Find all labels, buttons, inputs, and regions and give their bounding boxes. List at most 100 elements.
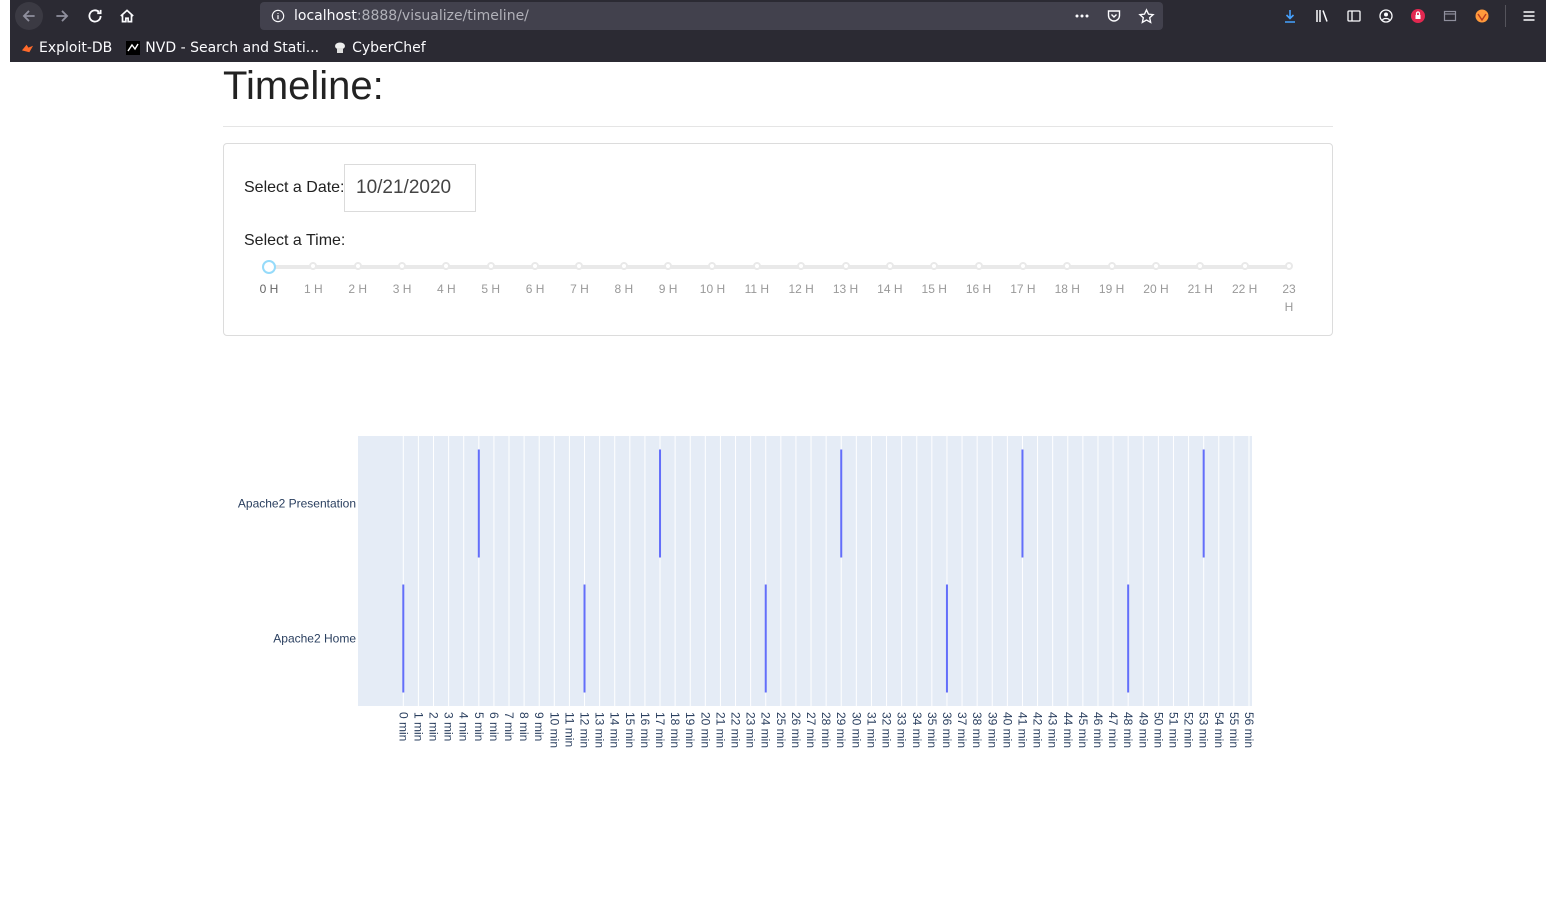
downloads-icon[interactable] (1281, 6, 1299, 26)
slider-mark-label[interactable]: 8 H (604, 280, 644, 298)
back-button[interactable] (15, 2, 43, 30)
x-tick-label: 13 min (593, 712, 607, 748)
x-tick-label: 5 min (472, 712, 486, 741)
home-button[interactable] (113, 3, 141, 29)
x-tick-label: 17 min (653, 712, 667, 748)
slider-mark-label[interactable]: 23 H (1277, 280, 1301, 316)
back-arrow-icon (22, 10, 35, 22)
extension-lock-icon[interactable] (1409, 6, 1427, 26)
page-title: Timeline: (223, 64, 384, 108)
x-tick-label: 26 min (789, 712, 803, 748)
slider-mark-label[interactable]: 12 H (781, 280, 821, 298)
date-label: Select a Date: (244, 179, 345, 196)
x-tick-label: 27 min (804, 712, 818, 748)
x-tick-label: 16 min (638, 712, 652, 748)
title-divider (223, 126, 1333, 127)
bookmarks-bar: Exploit-DB NVD - Search and Stati... Cyber… (20, 36, 426, 60)
menu-icon[interactable] (1520, 6, 1538, 26)
slider-handle[interactable] (262, 260, 276, 274)
slider-dot[interactable] (398, 262, 407, 270)
x-tick-label: 37 min (955, 712, 969, 748)
exploit-db-icon (20, 41, 34, 55)
x-tick-label: 30 min (849, 712, 863, 748)
forward-arrow-icon (56, 10, 69, 22)
account-icon[interactable] (1377, 6, 1395, 26)
slider-dot[interactable] (974, 262, 983, 270)
forward-button[interactable] (48, 3, 76, 29)
pocket-icon[interactable] (1105, 7, 1123, 25)
x-tick-label: 46 min (1091, 712, 1105, 748)
container-icon[interactable] (1441, 6, 1459, 26)
bookmark-star-icon[interactable] (1137, 7, 1155, 25)
x-tick-label: 8 min (517, 712, 531, 741)
slider-mark-label[interactable]: 7 H (559, 280, 599, 298)
slider-dot[interactable] (1107, 262, 1116, 270)
slider-mark-label[interactable]: 3 H (382, 280, 422, 298)
slider-mark-label[interactable]: 4 H (426, 280, 466, 298)
date-input[interactable] (344, 164, 476, 212)
slider-mark-label[interactable]: 10 H (692, 280, 732, 298)
slider-mark-label[interactable]: 13 H (826, 280, 866, 298)
url-text[interactable]: localhost:8888/visualize/timeline/ (294, 8, 529, 24)
slider-mark-label[interactable]: 2 H (338, 280, 378, 298)
x-tick-label: 1 min (411, 712, 425, 741)
slider-dot[interactable] (752, 262, 761, 270)
bookmark-nvd[interactable]: NVD - Search and Stati... (126, 40, 319, 56)
slider-mark-label[interactable]: 5 H (471, 280, 511, 298)
slider-mark-label[interactable]: 0 H (249, 280, 289, 298)
bookmark-label: NVD - Search and Stati... (145, 40, 320, 56)
slider-dot[interactable] (885, 262, 894, 270)
slider-dot[interactable] (353, 262, 362, 270)
x-tick-label: 20 min (698, 712, 712, 748)
x-tick-label: 23 min (744, 712, 758, 748)
x-tick-label: 9 min (532, 712, 546, 741)
slider-mark-label[interactable]: 14 H (870, 280, 910, 298)
slider-mark-label[interactable]: 22 H (1225, 280, 1265, 298)
x-tick-label: 25 min (774, 712, 788, 748)
slider-dot[interactable] (486, 262, 495, 270)
slider-mark-label[interactable]: 11 H (737, 280, 777, 298)
y-tick-label: Apache2 Home (273, 632, 356, 646)
cyberchef-icon (333, 41, 347, 55)
slider-mark-label[interactable]: 19 H (1092, 280, 1132, 298)
slider-dot[interactable] (1285, 262, 1293, 270)
slider-mark-label[interactable]: 16 H (959, 280, 999, 298)
bookmark-cyberchef[interactable]: CyberChef (333, 40, 426, 56)
library-icon[interactable] (1313, 6, 1331, 26)
slider-mark-label[interactable]: 15 H (914, 280, 954, 298)
slider-mark-label[interactable]: 21 H (1180, 280, 1220, 298)
x-tick-label: 19 min (683, 712, 697, 748)
slider-mark-label[interactable]: 9 H (648, 280, 688, 298)
slider-mark-label[interactable]: 6 H (515, 280, 555, 298)
sidebar-icon[interactable] (1345, 6, 1363, 26)
slider-mark-label[interactable]: 20 H (1136, 280, 1176, 298)
slider-dot[interactable] (1240, 262, 1249, 270)
x-tick-label: 53 min (1197, 712, 1211, 748)
time-slider[interactable]: 0 H1 H2 H3 H4 H5 H6 H7 H8 H9 H 10 H 11 H 12… (260, 260, 1296, 314)
bookmark-label: CyberChef (352, 40, 426, 56)
x-tick-label: 36 min (940, 712, 954, 748)
bookmark-label: Exploit-DB (39, 40, 113, 56)
bookmark-exploit-db[interactable]: Exploit-DB (20, 40, 112, 56)
extension-fox-icon[interactable] (1473, 6, 1491, 26)
slider-dot[interactable] (619, 262, 628, 270)
x-tick-label: 29 min (834, 712, 848, 748)
url-bar[interactable]: localhost:8888/visualize/timeline/ (260, 2, 1163, 30)
x-tick-label: 55 min (1227, 712, 1241, 748)
slider-mark-label[interactable]: 1 H (293, 280, 333, 298)
slider-dot[interactable] (1151, 262, 1160, 270)
slider-rail[interactable] (269, 265, 1289, 269)
slider-dot[interactable] (841, 262, 850, 270)
site-info-icon[interactable] (268, 9, 288, 23)
x-tick-label: 18 min (668, 712, 682, 748)
slider-dot[interactable] (1018, 262, 1027, 270)
x-tick-label: 4 min (457, 712, 471, 741)
x-tick-label: 21 min (713, 712, 727, 748)
y-tick-label: Apache2 Presentation (238, 497, 356, 511)
slider-mark-label[interactable]: 18 H (1047, 280, 1087, 298)
slider-mark-label[interactable]: 17 H (1003, 280, 1043, 298)
x-tick-label: 43 min (1046, 712, 1060, 748)
reload-button[interactable] (81, 3, 109, 29)
plot-area (358, 436, 1252, 706)
page-actions-icon[interactable] (1073, 7, 1091, 25)
